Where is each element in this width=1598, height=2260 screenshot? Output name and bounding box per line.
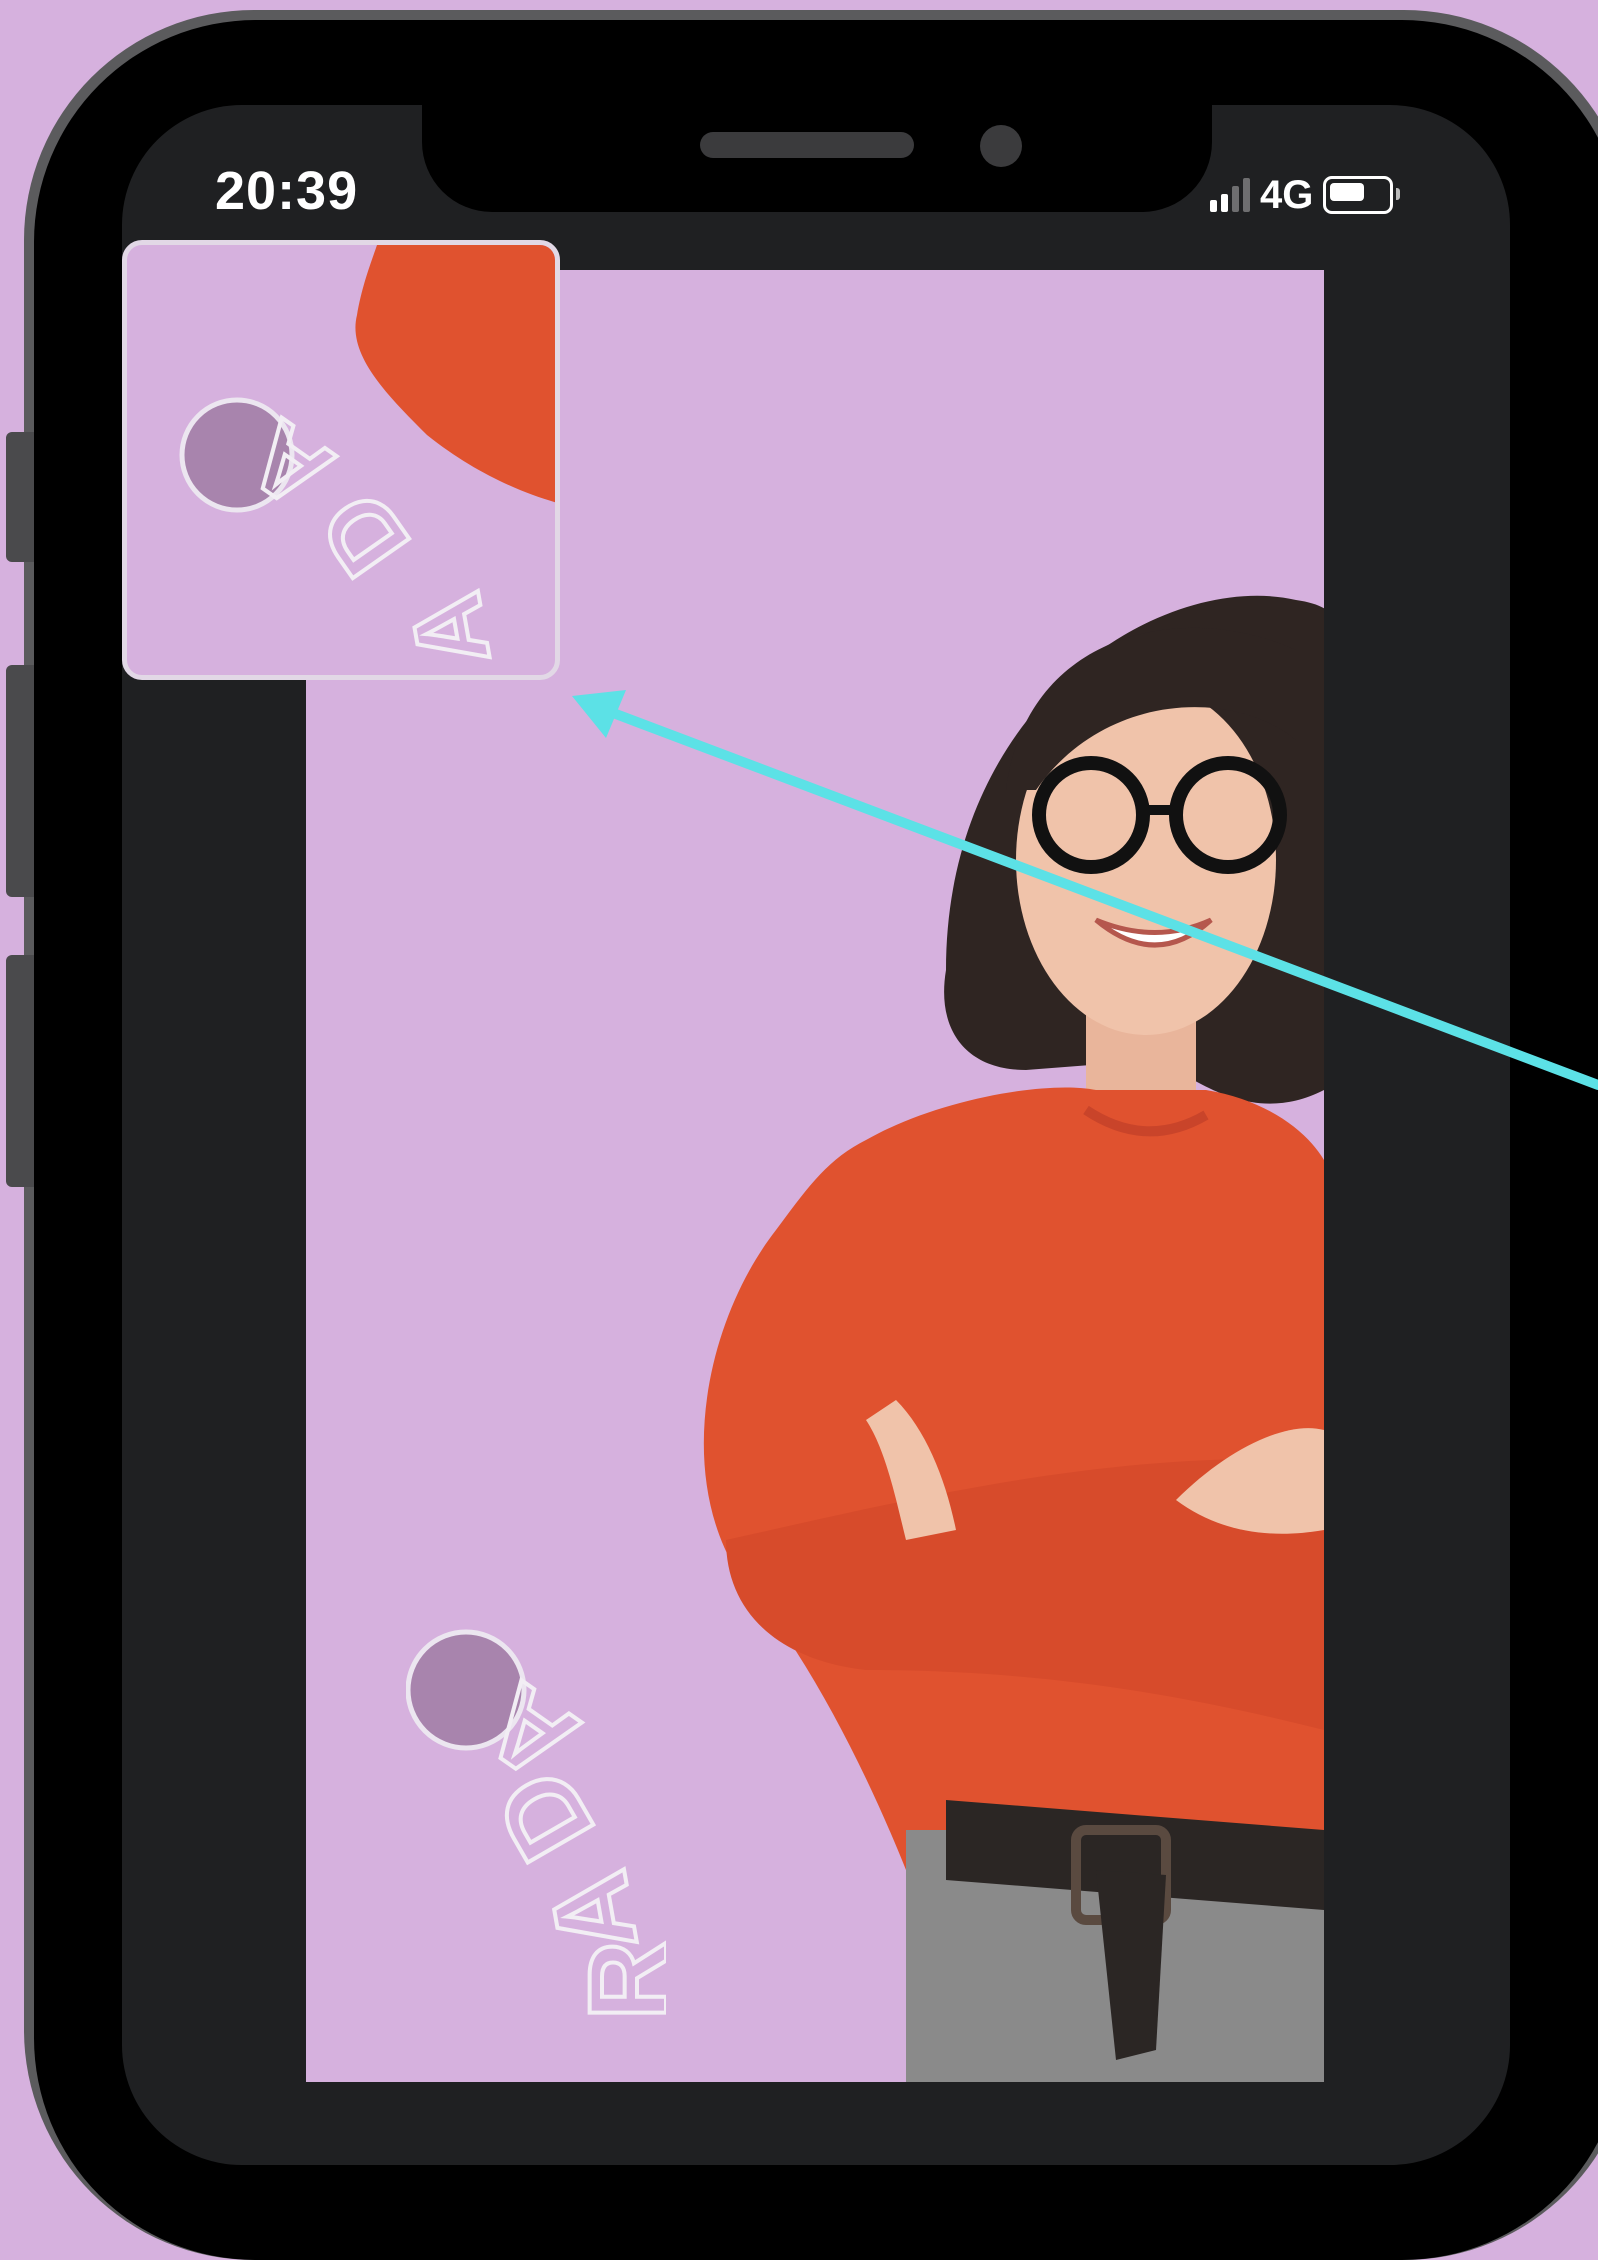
svg-text:A: A [389,585,512,676]
network-type: 4G [1260,172,1314,217]
rada-logo: A D A R [406,1629,666,2022]
front-camera [980,125,1022,167]
signal-bars-icon [1210,178,1250,212]
volume-up-button [6,665,34,897]
mute-switch [6,432,34,562]
thumbnail-preview: A D A [179,245,555,676]
profile-thumbnail[interactable]: A D A [122,240,560,680]
svg-text:R: R [567,1941,666,2020]
status-indicators: 4G [1210,170,1401,220]
svg-text:D: D [298,472,431,595]
speaker-grille [700,132,914,158]
battery-icon [1323,176,1401,214]
status-time: 20:39 [215,161,359,221]
volume-down-button [6,955,34,1187]
